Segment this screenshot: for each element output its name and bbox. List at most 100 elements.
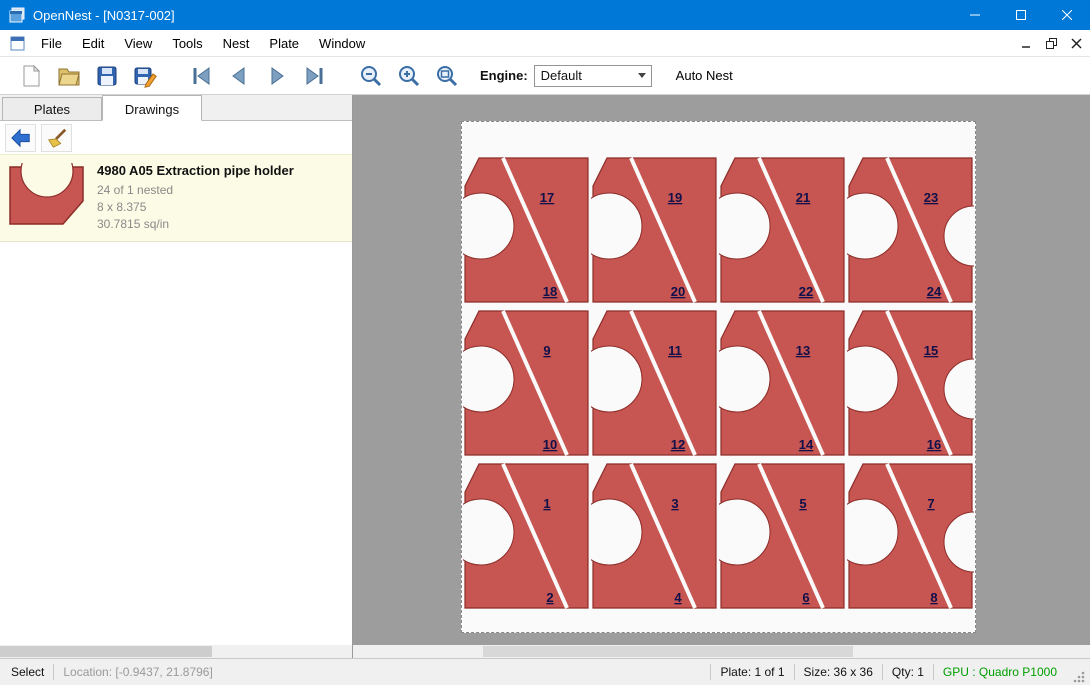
engine-value: Default [535,68,633,83]
status-qty: Qty: 1 [883,665,933,679]
nav-first-button[interactable] [182,59,220,93]
menu-edit[interactable]: Edit [72,32,114,55]
nested-part-pair-21-22[interactable]: 21 22 [719,156,846,304]
canvas-scrollbar-thumb[interactable] [483,646,853,657]
open-button[interactable] [50,59,88,93]
panel-horizontal-scrollbar[interactable] [0,645,352,658]
auto-nest-button[interactable]: Auto Nest [676,68,733,83]
plate-row: 17181920 21 22 23 24 [462,156,975,304]
clear-button[interactable] [41,124,72,152]
menu-file[interactable]: File [31,32,72,55]
menu-plate[interactable]: Plate [259,32,309,55]
part-number-bottom: 18 [543,284,557,299]
minimize-icon [970,10,980,20]
zoom-fit-button[interactable] [428,59,466,93]
mdi-minimize-icon [1021,38,1032,49]
drawing-dimensions: 8 x 8.375 [97,199,294,216]
nested-part-pair-15-16[interactable]: 1516 [847,309,974,457]
nested-part-pair-23-24[interactable]: 23 24 [847,156,974,304]
close-button[interactable] [1044,0,1090,30]
drawing-list-empty-area [0,242,352,645]
part-number-top: 23 [924,190,938,205]
menu-window[interactable]: Window [309,32,375,55]
part-number-top: 9 [543,343,550,358]
status-gpu: GPU : Quadro P1000 [934,665,1066,679]
insert-arrow-icon [10,127,32,149]
zoom-out-button[interactable] [352,59,390,93]
nested-part-pair-19-20[interactable]: 1920 [591,156,718,304]
tab-drawings[interactable]: Drawings [102,95,202,121]
tool-bar: Engine: Default Auto Nest [0,57,1090,95]
nested-part-pair-11-12[interactable]: 1112 [591,309,718,457]
mdi-document-icon [10,36,25,51]
status-plate: Plate: 1 of 1 [711,665,793,679]
tab-plates[interactable]: Plates [2,97,102,120]
part-number-top: 19 [668,190,682,205]
part-number-top: 7 [927,496,934,511]
plate-row: 12345678 [462,462,975,610]
zoom-in-icon [397,64,421,88]
part-number-bottom: 12 [671,437,685,452]
broom-icon [46,127,68,149]
panel-scrollbar-thumb[interactable] [0,646,212,657]
part-number-bottom: 10 [543,437,557,452]
menu-bar: File Edit View Tools Nest Plate Window [0,30,1090,57]
save-edit-button[interactable] [126,59,164,93]
new-button[interactable] [12,59,50,93]
plate-row: 9 10 111213141516 [462,309,975,457]
part-number-top: 1 [543,496,550,511]
nav-last-button[interactable] [296,59,334,93]
resize-grip[interactable] [1072,670,1085,683]
drawing-list-item[interactable]: 4980 A05 Extraction pipe holder 24 of 1 … [0,154,352,242]
open-folder-icon [57,64,81,88]
menu-nest[interactable]: Nest [213,32,260,55]
mdi-close-icon [1071,38,1082,49]
minimize-button[interactable] [952,0,998,30]
save-button[interactable] [88,59,126,93]
canvas-horizontal-scrollbar[interactable] [353,645,1090,658]
nested-part-pair-3-4[interactable]: 34 [591,462,718,610]
save-edit-icon [133,64,157,88]
drawing-area: 30.7815 sq/in [97,216,294,233]
chevron-down-icon [633,73,651,78]
nested-part-pair-5-6[interactable]: 56 [719,462,846,610]
nested-part-pair-7-8[interactable]: 78 [847,462,974,610]
part-number-bottom: 8 [930,590,937,605]
title-bar: OpenNest - [N0317-002] [0,0,1090,30]
engine-label: Engine: [480,68,528,83]
status-mode: Select [2,665,53,679]
nest-canvas[interactable]: 171819202122232491011121314151612345678 [353,95,1090,658]
menu-tools[interactable]: Tools [162,32,212,55]
nested-part-pair-13-14[interactable]: 1314 [719,309,846,457]
part-thumbnail [8,163,86,227]
menu-view[interactable]: View [114,32,162,55]
nav-prev-button[interactable] [220,59,258,93]
status-size: Size: 36 x 36 [795,665,882,679]
maximize-button[interactable] [998,0,1044,30]
main-body: Plates Drawings 4980 A05 Extra [0,95,1090,658]
app-icon [9,7,25,23]
new-document-icon [19,64,43,88]
mdi-close-button[interactable] [1065,33,1087,53]
status-location: Location: [-0.9437, 21.8796] [54,665,221,679]
nested-part-pair-1-2[interactable]: 12 [463,462,590,610]
nav-next-button[interactable] [258,59,296,93]
nested-part-pair-17-18[interactable]: 1718 [463,156,590,304]
insert-part-button[interactable] [5,124,36,152]
mdi-minimize-button[interactable] [1015,33,1037,53]
plate[interactable]: 171819202122232491011121314151612345678 [461,121,976,633]
part-number-bottom: 4 [674,590,682,605]
part-number-bottom: 2 [546,590,553,605]
nav-next-icon [265,64,289,88]
zoom-in-button[interactable] [390,59,428,93]
status-bar: Select Location: [-0.9437, 21.8796] Plat… [0,658,1090,685]
engine-select[interactable]: Default [534,65,652,87]
part-number-top: 21 [796,190,810,205]
part-number-bottom: 22 [799,284,813,299]
nested-part-pair-9-10[interactable]: 9 10 [463,309,590,457]
part-number-bottom: 24 [927,284,942,299]
close-icon [1062,10,1072,20]
part-number-top: 5 [799,496,806,511]
mdi-restore-button[interactable] [1040,33,1062,53]
panel-toolbar [0,121,352,154]
